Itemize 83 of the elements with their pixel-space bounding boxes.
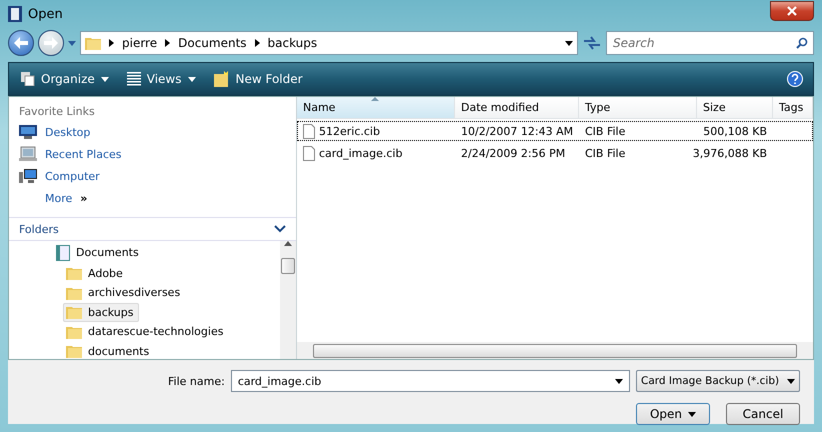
caret-icon <box>615 378 623 384</box>
section-title: Favorite Links <box>19 105 96 118</box>
section-title: Folders <box>19 222 59 236</box>
breadcrumb[interactable]: pierre <box>122 36 158 50</box>
file-type-dropdown[interactable]: Card Image Backup (*.cib) <box>636 370 800 392</box>
help-icon[interactable] <box>787 71 803 87</box>
computer-icon <box>19 168 37 184</box>
app-icon <box>8 6 22 22</box>
separator-arrow-icon <box>254 39 260 47</box>
folder-tree-item[interactable]: Adobe <box>63 264 128 282</box>
column-header[interactable]: Size <box>697 97 773 119</box>
field-label: File name: <box>167 374 225 388</box>
desktop-icon <box>19 125 37 139</box>
library-icon <box>56 244 70 260</box>
search-field[interactable]: Search <box>606 31 814 55</box>
scroll-up-icon <box>284 241 292 246</box>
folder-icon <box>66 344 82 358</box>
folder-tree-item[interactable]: Documents <box>53 243 144 262</box>
folder-tree-item[interactable]: archivesdiverses <box>63 283 186 302</box>
favorite-link[interactable]: Desktop <box>19 124 286 140</box>
more-link[interactable]: More » <box>19 190 286 206</box>
favorite-link[interactable]: Computer <box>19 168 286 184</box>
breadcrumb[interactable]: Documents <box>178 36 247 50</box>
separator-arrow-icon <box>109 39 114 47</box>
back-button[interactable] <box>8 30 34 56</box>
table-cell: 500,108 KB <box>703 124 767 138</box>
column-header[interactable]: Name <box>297 97 455 119</box>
arrow-right-icon <box>44 37 58 49</box>
folder-icon <box>85 36 101 50</box>
table-cell: CIB File <box>585 146 626 160</box>
refresh-icon[interactable] <box>582 35 602 51</box>
cancel-button[interactable]: Cancel <box>726 403 800 425</box>
forward-button[interactable] <box>38 30 64 56</box>
caret-icon <box>688 412 696 416</box>
open-button[interactable]: Open <box>636 403 710 425</box>
folder-icon <box>66 286 82 300</box>
table-cell: 2/24/2009 2:56 PM <box>461 146 566 160</box>
caret-icon <box>787 378 795 384</box>
arrow-left-icon <box>14 37 28 49</box>
scroll-thumb[interactable] <box>313 344 797 358</box>
file-icon <box>303 146 315 160</box>
scroll-thumb[interactable] <box>281 258 295 274</box>
caret-icon <box>100 76 109 82</box>
sort-arrow-icon <box>371 97 379 101</box>
breadcrumb[interactable]: backups <box>268 36 318 50</box>
close-icon <box>787 6 797 16</box>
pages-icon <box>21 72 35 86</box>
window-title: Open <box>28 6 63 22</box>
column-header[interactable]: Date modified <box>455 97 579 119</box>
folder-icon <box>66 266 82 280</box>
column-header[interactable]: Type <box>579 97 697 119</box>
folder-tree-item[interactable]: documents <box>63 342 154 359</box>
folder-tree-item[interactable]: backups <box>63 302 138 322</box>
horizontal-scrollbar[interactable] <box>297 342 813 359</box>
toolbar-button[interactable]: Organize <box>19 70 111 88</box>
file-name-field[interactable]: card_image.cib <box>230 370 630 392</box>
table-cell: CIB File <box>585 124 626 138</box>
list-view-icon <box>126 72 141 86</box>
file-name: 512eric.cib <box>319 124 380 138</box>
toolbar-button[interactable]: Views <box>124 70 198 88</box>
table-cell: 3,976,088 KB <box>692 146 767 160</box>
chevron-down-icon[interactable] <box>274 225 286 233</box>
search-icon <box>796 37 808 49</box>
caret-icon <box>188 76 196 82</box>
toolbar-button[interactable]: New Folder <box>212 69 305 89</box>
address-bar[interactable]: pierre Documents backups <box>80 31 578 55</box>
column-header[interactable]: Tags <box>773 97 813 119</box>
file-row[interactable]: 512eric.cib 10/2/2007 12:43 AM CIB File 500,108 KB <box>297 121 813 141</box>
file-icon <box>303 124 315 138</box>
recent-places-icon <box>19 146 37 162</box>
folder-tree-item[interactable]: datarescue-technologies <box>63 322 228 341</box>
table-cell: 10/2/2007 12:43 AM <box>461 124 574 138</box>
close-button[interactable] <box>770 1 814 21</box>
folder-icon <box>66 305 82 319</box>
vertical-scrollbar[interactable] <box>280 241 296 359</box>
favorite-link[interactable]: Recent Places <box>19 146 286 162</box>
dropdown-caret-icon <box>565 40 573 46</box>
file-name: card_image.cib <box>319 146 402 160</box>
file-row[interactable]: card_image.cib 2/24/2009 2:56 PM CIB File 3,976,088 KB <box>297 143 813 163</box>
new-folder-icon <box>214 71 230 87</box>
separator-arrow-icon <box>165 39 170 47</box>
history-caret-icon <box>68 40 76 46</box>
folder-icon <box>66 324 82 338</box>
